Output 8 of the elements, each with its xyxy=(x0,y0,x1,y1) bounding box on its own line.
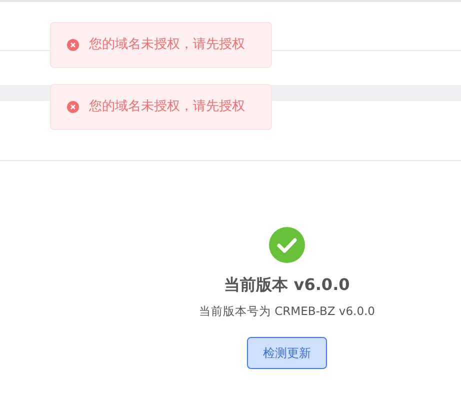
error-icon xyxy=(67,101,79,113)
check-icon xyxy=(269,227,305,263)
error-message: 您的域名未授权，请先授权 xyxy=(50,84,272,130)
error-icon xyxy=(67,39,79,51)
check-update-button[interactable]: 检测更新 xyxy=(247,337,327,370)
version-title: 当前版本 v6.0.0 xyxy=(224,274,350,296)
error-message: 您的域名未授权，请先授权 xyxy=(50,22,272,68)
version-description: 当前版本号为 CRMEB-BZ v6.0.0 xyxy=(199,303,375,320)
